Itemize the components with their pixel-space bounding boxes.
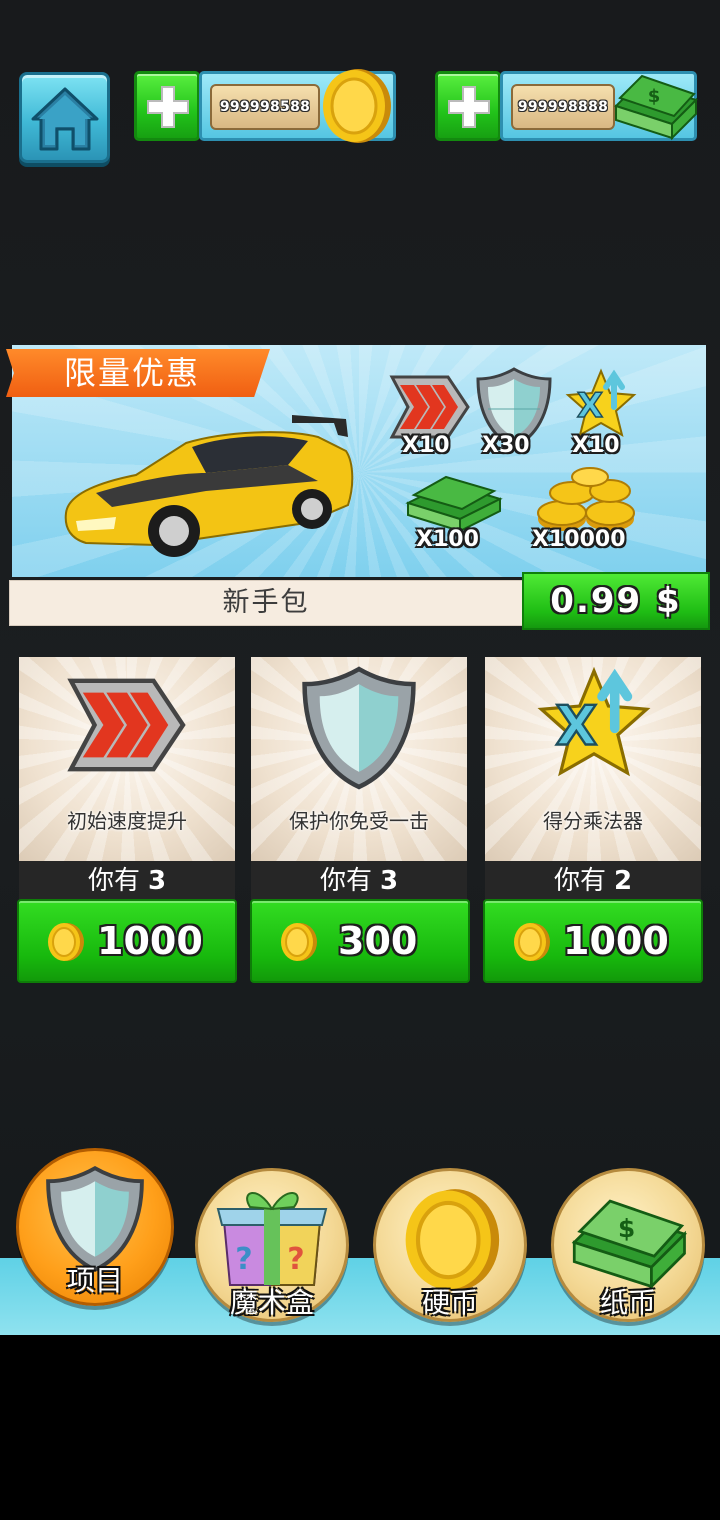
banner-qty-multiplier: X10 — [572, 433, 620, 458]
banner-qty-speed: X10 — [402, 433, 450, 458]
owned-count: 3 — [379, 866, 399, 896]
svg-text:$: $ — [618, 1214, 635, 1243]
owned-count-bar: 你有 3 — [251, 861, 467, 901]
add-cash-button[interactable] — [435, 71, 501, 141]
owned-label: 你有 — [553, 866, 606, 896]
item-price: 1000 — [97, 919, 203, 963]
coin-icon — [281, 923, 317, 961]
buy-multiplier-button[interactable]: 1000 — [483, 899, 703, 983]
tab-magic-box[interactable]: ? ? 魔术盒 — [195, 1168, 349, 1322]
buy-speed-boost-button[interactable]: 1000 — [17, 899, 237, 983]
limited-offer-ribbon: 限量优惠 — [6, 349, 270, 397]
home-button[interactable] — [19, 72, 110, 163]
buy-shield-button[interactable]: 300 — [250, 899, 470, 983]
cash-balance: 999998888 — [511, 84, 615, 130]
speed-boost-icon — [67, 678, 186, 772]
owned-count: 2 — [613, 866, 633, 896]
tab-coins[interactable]: 硬币 — [373, 1168, 527, 1322]
item-card-speed-boost[interactable]: 初始速度提升 — [19, 657, 235, 861]
multiplier-icon: X — [565, 368, 637, 438]
cash-stack-icon: $ — [571, 1199, 688, 1290]
owned-label: 你有 — [87, 866, 140, 896]
banner-qty-shield: X30 — [482, 433, 530, 458]
coin-icon — [405, 1189, 500, 1291]
shop-screen: 999998588 999998888 $ X10 X30 X X10 X100… — [0, 0, 720, 1335]
system-bar-area — [0, 1335, 720, 1520]
svg-text:X: X — [577, 386, 603, 426]
svg-text:$: $ — [648, 86, 661, 107]
item-description: 得分乘法器 — [543, 809, 643, 833]
item-price: 300 — [338, 919, 418, 963]
tab-label: 纸币 — [599, 1286, 656, 1319]
svg-text:?: ? — [235, 1242, 252, 1277]
item-card-multiplier[interactable]: X 得分乘法器 — [485, 657, 701, 861]
banner-qty-coins: X10000 — [532, 527, 626, 552]
cash-stack-icon: $ — [614, 74, 698, 141]
svg-text:?: ? — [287, 1242, 304, 1277]
buy-pack-button[interactable]: 0.99 $ — [522, 572, 710, 630]
home-icon — [31, 87, 99, 151]
shield-icon — [302, 666, 416, 790]
owned-count-bar: 你有 2 — [485, 861, 701, 901]
coin-balance: 999998588 — [210, 84, 320, 130]
gift-box-icon: ? ? — [216, 1192, 328, 1286]
item-price: 1000 — [563, 919, 669, 963]
plus-icon — [147, 86, 189, 128]
item-description: 初始速度提升 — [67, 809, 187, 833]
item-card-shield[interactable]: 保护你免受一击 — [251, 657, 467, 861]
tab-cash[interactable]: $ 纸币 — [551, 1168, 705, 1322]
owned-label: 你有 — [319, 866, 372, 896]
tab-label: 硬币 — [421, 1286, 478, 1319]
owned-count-bar: 你有 3 — [19, 861, 235, 901]
tab-label: 魔术盒 — [229, 1286, 314, 1319]
multiplier-icon: X — [537, 666, 651, 777]
coin-icon — [48, 923, 84, 961]
sports-car-illustration — [64, 415, 354, 557]
coin-icon — [323, 69, 391, 143]
tab-items[interactable]: 项目 — [16, 1148, 174, 1306]
banner-qty-cash: X100 — [416, 527, 479, 552]
pack-name: 新手包 — [9, 580, 523, 626]
svg-text:X: X — [556, 694, 598, 757]
tab-label: 项目 — [66, 1264, 123, 1297]
owned-count: 3 — [147, 866, 167, 896]
item-description: 保护你免受一击 — [289, 809, 429, 833]
coin-icon — [514, 923, 550, 961]
add-coins-button[interactable] — [134, 71, 200, 141]
plus-icon — [448, 86, 490, 128]
